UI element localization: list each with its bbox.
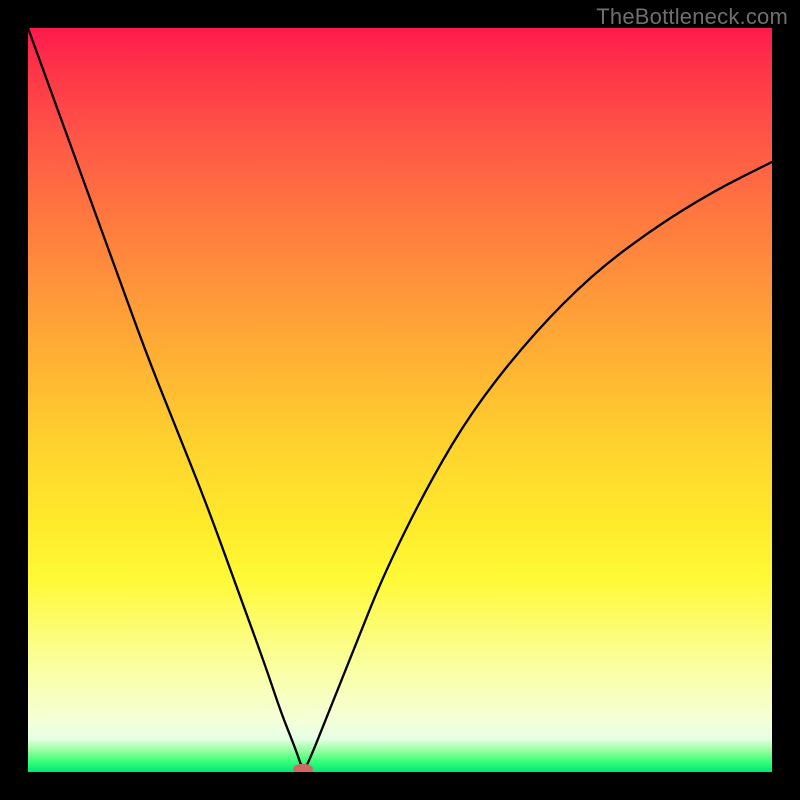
plot-area [28,28,772,772]
bottleneck-curve-path [28,28,772,768]
chart-frame: TheBottleneck.com [0,0,800,800]
curve-svg [28,28,772,772]
watermark-text: TheBottleneck.com [596,4,788,30]
vertex-dot [293,764,313,772]
